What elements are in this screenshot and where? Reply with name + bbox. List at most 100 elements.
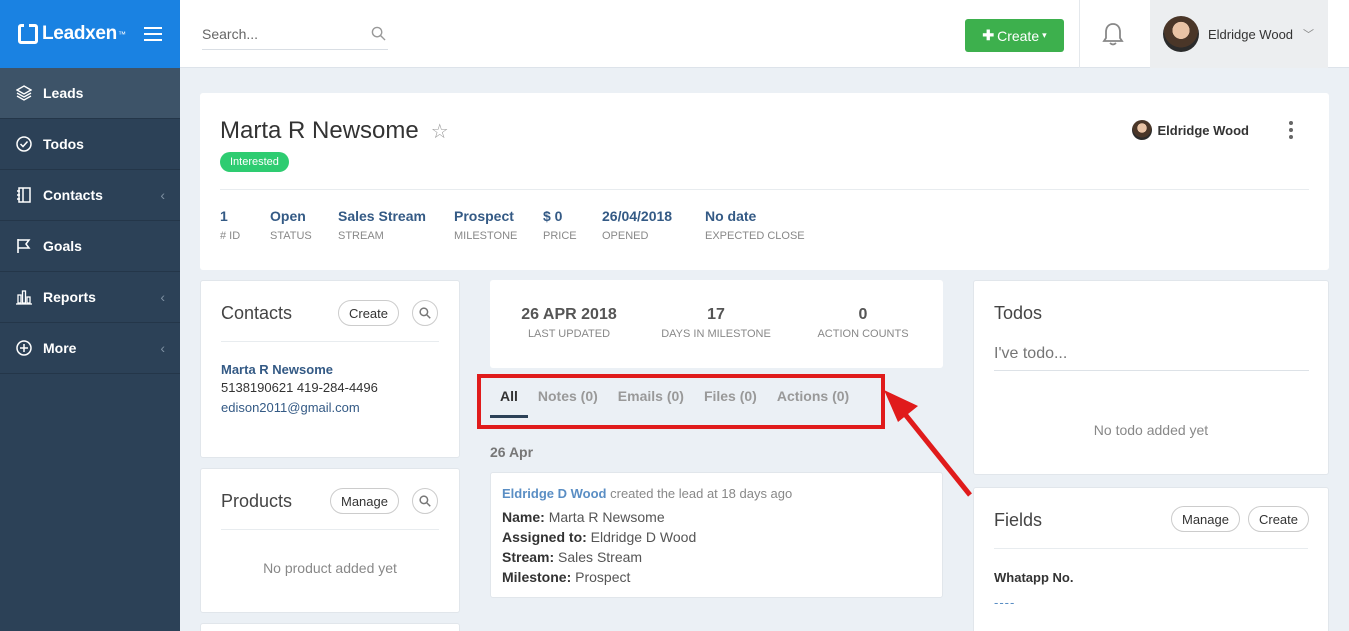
meta-value: Open [270,208,306,224]
products-title: Products [221,491,293,511]
plus-icon: ✚ [982,27,995,43]
topbar: ✚ Create ▾ Eldridge Wood ﹀ [180,0,1349,68]
meta-expected-close: No date EXPECTED CLOSE [705,208,805,242]
products-search-button[interactable] [412,488,438,514]
chevron-left-icon: ‹ [160,187,165,203]
sidebar-item-label: Reports [43,289,96,305]
detail-value: Sales Stream [558,549,643,565]
plus-circle-icon [15,339,33,357]
sidebar-item-label: Goals [43,238,82,254]
activity-author[interactable]: Eldridge D Wood [502,486,606,501]
meta-id: 1 # ID [220,208,240,242]
brand-name: Leadxen [42,23,117,44]
logo-icon [18,24,38,44]
meta-label: MILESTONE [454,230,518,242]
meta-stream: Sales Stream STREAM [338,208,426,242]
chevron-down-icon: ▾ [1042,30,1047,40]
more-options-icon[interactable] [1289,121,1293,139]
field-label: Whatapp No. [994,570,1074,585]
products-manage-button[interactable]: Manage [330,488,399,514]
search-bar [202,18,388,50]
divider [221,341,439,342]
user-menu[interactable]: Eldridge Wood ﹀ [1150,0,1328,68]
meta-value: $ 0 [543,208,563,224]
sidebar-item-leads[interactable]: Leads [0,68,180,119]
create-button[interactable]: ✚ Create ▾ [965,19,1064,52]
sidebar-item-goals[interactable]: Goals [0,221,180,272]
meta-label: OPENED [602,230,649,242]
activity-item: Eldridge D Wood created the lead at 18 d… [490,472,943,598]
todo-input[interactable] [994,337,1309,371]
contact-email[interactable]: edison2011@gmail.com [221,400,360,415]
stat-label: DAYS IN MILESTONE [661,328,771,340]
activity-detail-row: Name: Marta R Newsome [502,509,665,525]
star-icon[interactable]: ☆ [431,119,449,144]
sidebar-item-label: Leads [43,85,84,101]
sidebar-item-contacts[interactable]: Contacts ‹ [0,170,180,221]
activity-detail-row: Stream: Sales Stream [502,549,642,565]
activity-action: created the lead at 18 days ago [610,486,793,501]
meta-status: Open STATUS [270,208,312,242]
stat-label: ACTION COUNTS [817,328,909,340]
flag-icon [15,237,33,255]
detail-label: Name: [502,509,545,525]
meta-label: STATUS [270,230,312,242]
meta-label: PRICE [543,230,577,242]
sidebar-item-reports[interactable]: Reports ‹ [0,272,180,323]
search-input[interactable] [202,25,362,42]
detail-value: Marta R Newsome [548,509,665,525]
detail-label: Assigned to: [502,529,587,545]
stat-days-in-milestone: 17 DAYS IN MILESTONE [641,306,791,340]
meta-label: # ID [220,230,241,242]
meta-value: 26/04/2018 [602,208,673,224]
contacts-search-button[interactable] [412,300,438,326]
stat-label: LAST UPDATED [527,328,611,340]
hamburger-menu-icon[interactable] [144,27,162,41]
sidebar-item-more[interactable]: More ‹ [0,323,180,374]
bell-icon[interactable] [1102,22,1124,46]
contacts-title: Contacts [221,303,293,323]
meta-value: Prospect [454,208,514,224]
stat-value: 17 [707,306,725,323]
stat-value: 26 APR 2018 [521,306,617,323]
detail-value: Prospect [575,569,631,585]
sidebar: Leadxen ™ Leads Todos Contacts ‹ Goals Report… [0,0,180,631]
stat-last-updated: 26 APR 2018 LAST UPDATED [494,306,644,340]
sidebar-item-todos[interactable]: Todos [0,119,180,170]
divider [1079,0,1080,68]
todos-title: Todos [994,303,1043,323]
meta-value: Sales Stream [338,208,426,224]
contact-name[interactable]: Marta R Newsome [221,362,333,377]
todos-empty-message: No todo added yet [1093,422,1209,438]
bar-chart-icon [15,288,33,306]
fields-title: Fields [994,510,1043,530]
todos-card: Todos No todo added yet [973,280,1329,475]
stats-card: 26 APR 2018 LAST UPDATED 17 DAYS IN MILESTO… [490,280,943,368]
field-value[interactable]: ---- [994,595,1015,610]
meta-label: STREAM [338,230,384,242]
stat-value: 0 [858,306,868,323]
lead-header-card: Marta R Newsome ☆ Interested Eldridge Wo… [200,93,1329,270]
chevron-left-icon: ‹ [160,340,165,356]
products-empty-message: No product added yet [263,560,397,576]
lead-name: Marta R Newsome [220,117,419,144]
detail-label: Stream: [502,549,555,565]
lead-title: Marta R Newsome ☆ [220,117,449,145]
status-badge[interactable]: Interested [220,152,289,172]
avatar [1131,120,1152,140]
brand[interactable]: Leadxen ™ [0,0,180,68]
products-card: Products Manage No product added yet [200,468,460,613]
fields-create-button[interactable]: Create [1248,506,1309,532]
meta-opened: 26/04/2018 OPENED [602,208,672,242]
fields-manage-button[interactable]: Manage [1171,506,1240,532]
next-card [200,623,460,631]
search-icon[interactable] [371,26,386,41]
activity-date: 26 Apr [490,444,534,460]
chevron-down-icon: ﹀ [1303,29,1315,41]
lead-owner[interactable]: Eldridge Wood [1131,120,1249,140]
contacts-create-button[interactable]: Create [338,300,399,326]
brand-tm: ™ [118,29,126,39]
layers-icon [15,84,33,102]
sidebar-item-label: More [43,340,77,356]
activity-header: Eldridge D Wood created the lead at 18 d… [502,486,792,501]
